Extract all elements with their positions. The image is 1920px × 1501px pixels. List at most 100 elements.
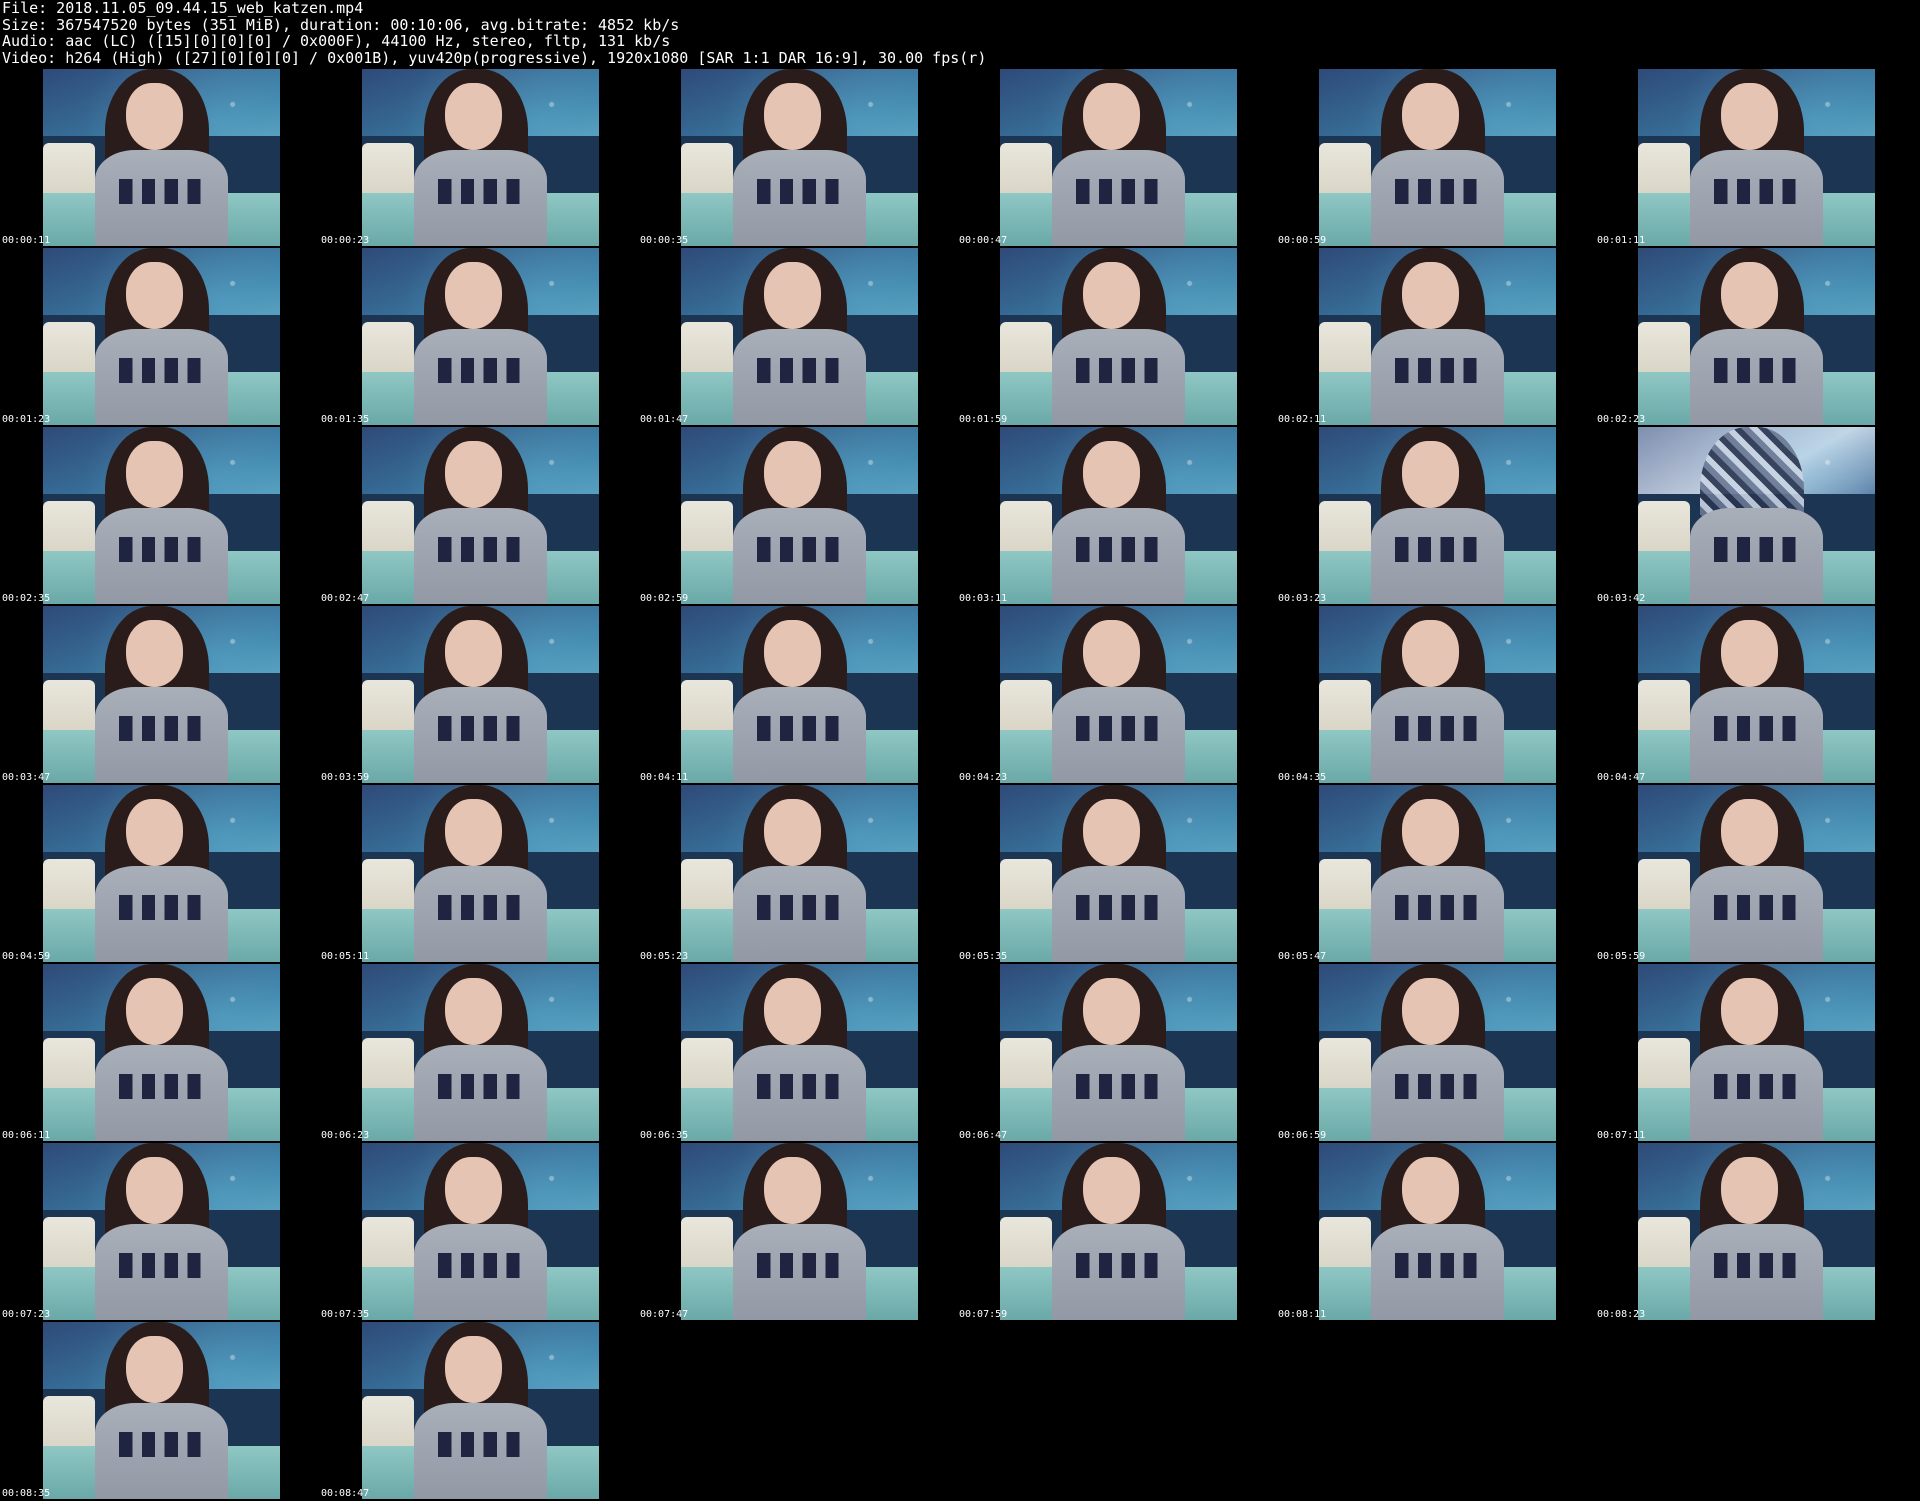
timestamp-label: 00:05:35 — [959, 951, 1008, 962]
frame-letters — [1394, 1073, 1490, 1099]
video-frame-thumbnail — [1638, 785, 1875, 962]
timestamp-label: 00:04:11 — [640, 772, 689, 783]
frame-letters — [1394, 357, 1490, 383]
video-frame-thumbnail — [1000, 1143, 1237, 1320]
thumbnail-tile: 00:02:59 — [638, 427, 958, 606]
timestamp-label: 00:01:23 — [2, 414, 51, 425]
frame-letters — [1075, 357, 1171, 383]
frame-face — [125, 441, 183, 509]
video-frame-thumbnail — [43, 606, 280, 783]
video-frame-thumbnail — [1638, 1143, 1875, 1320]
frame-face — [444, 1157, 502, 1225]
thumbnail-tile: 00:04:35 — [1276, 606, 1596, 785]
timestamp-label: 00:00:23 — [321, 235, 370, 246]
frame-face — [1082, 83, 1140, 151]
video-frame-thumbnail — [1000, 69, 1237, 246]
frame-letters — [437, 1073, 533, 1099]
thumbnail-tile: 00:08:35 — [0, 1322, 320, 1501]
timestamp-label: 00:04:23 — [959, 772, 1008, 783]
frame-face — [125, 799, 183, 867]
thumbnail-tile: 00:06:47 — [957, 964, 1277, 1143]
video-frame-thumbnail — [362, 427, 599, 604]
frame-face — [125, 1157, 183, 1225]
frame-face — [444, 262, 502, 330]
frame-face — [1720, 262, 1778, 330]
video-frame-thumbnail — [43, 785, 280, 962]
frame-letters — [756, 178, 852, 204]
frame-face — [1401, 620, 1459, 688]
thumbnail-tile: 00:08:11 — [1276, 1143, 1596, 1322]
video-frame-thumbnail — [681, 785, 918, 962]
timestamp-label: 00:00:59 — [1278, 235, 1327, 246]
video-frame-thumbnail — [362, 964, 599, 1141]
frame-letters — [118, 357, 214, 383]
timestamp-label: 00:00:35 — [640, 235, 689, 246]
thumbnail-tile: 00:06:35 — [638, 964, 958, 1143]
frame-letters — [1394, 715, 1490, 741]
frame-face — [1720, 620, 1778, 688]
video-frame-thumbnail — [1638, 427, 1875, 604]
thumbnail-tile: 00:00:23 — [319, 69, 639, 248]
timestamp-label: 00:03:11 — [959, 593, 1008, 604]
frame-face — [1082, 799, 1140, 867]
frame-face — [1082, 1157, 1140, 1225]
video-frame-thumbnail — [43, 427, 280, 604]
frame-letters — [1075, 178, 1171, 204]
frame-letters — [437, 536, 533, 562]
frame-letters — [1075, 536, 1171, 562]
timestamp-label: 00:06:59 — [1278, 1130, 1327, 1141]
thumbnail-tile: 00:06:11 — [0, 964, 320, 1143]
frame-letters — [1394, 1252, 1490, 1278]
thumbnail-tile: 00:02:11 — [1276, 248, 1596, 427]
timestamp-label: 00:00:11 — [2, 235, 51, 246]
video-frame-thumbnail — [1000, 248, 1237, 425]
timestamp-label: 00:06:47 — [959, 1130, 1008, 1141]
video-frame-thumbnail — [681, 606, 918, 783]
frame-face — [1401, 83, 1459, 151]
frame-letters — [756, 1073, 852, 1099]
timestamp-label: 00:05:59 — [1597, 951, 1646, 962]
timestamp-label: 00:04:59 — [2, 951, 51, 962]
thumbnail-tile: 00:01:23 — [0, 248, 320, 427]
frame-letters — [437, 357, 533, 383]
frame-face — [763, 799, 821, 867]
frame-face — [125, 262, 183, 330]
video-frame-thumbnail — [362, 1322, 599, 1499]
video-frame-thumbnail — [1319, 606, 1556, 783]
frame-letters — [437, 1431, 533, 1457]
frame-letters — [756, 357, 852, 383]
timestamp-label: 00:01:59 — [959, 414, 1008, 425]
thumbnail-tile: 00:05:59 — [1595, 785, 1915, 964]
thumbnail-tile: 00:05:23 — [638, 785, 958, 964]
thumbnail-tile: 00:05:11 — [319, 785, 639, 964]
frame-letters — [437, 715, 533, 741]
thumbnail-tile: 00:04:47 — [1595, 606, 1915, 785]
timestamp-label: 00:08:23 — [1597, 1309, 1646, 1320]
timestamp-label: 00:08:35 — [2, 1488, 51, 1499]
frame-face — [763, 1157, 821, 1225]
timestamp-label: 00:05:11 — [321, 951, 370, 962]
video-frame-thumbnail — [681, 248, 918, 425]
frame-letters — [1075, 1073, 1171, 1099]
frame-face — [763, 441, 821, 509]
frame-face — [1082, 978, 1140, 1046]
frame-letters — [1394, 536, 1490, 562]
video-frame-thumbnail — [1000, 785, 1237, 962]
frame-face — [763, 978, 821, 1046]
frame-letters — [1713, 1073, 1809, 1099]
timestamp-label: 00:05:47 — [1278, 951, 1327, 962]
frame-face — [1401, 262, 1459, 330]
frame-face — [444, 620, 502, 688]
timestamp-label: 00:03:47 — [2, 772, 51, 783]
video-frame-thumbnail — [1000, 606, 1237, 783]
video-frame-thumbnail — [43, 248, 280, 425]
video-frame-thumbnail — [1000, 427, 1237, 604]
frame-letters — [1713, 357, 1809, 383]
thumbnail-grid: 00:00:11 00:00:23 00:00:35 00:00:47 00:00:59… — [0, 0, 1920, 1501]
frame-face — [125, 1336, 183, 1404]
timestamp-label: 00:04:47 — [1597, 772, 1646, 783]
timestamp-label: 00:08:47 — [321, 1488, 370, 1499]
frame-face — [444, 441, 502, 509]
thumbnail-tile: 00:03:42 — [1595, 427, 1915, 606]
thumbnail-tile: 00:06:59 — [1276, 964, 1596, 1143]
